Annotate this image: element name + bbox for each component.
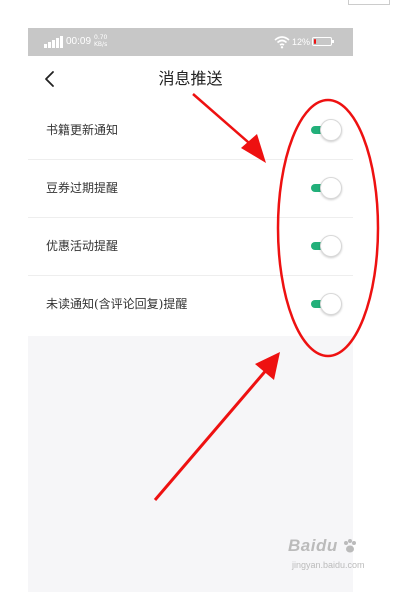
toggle-thumb	[320, 119, 342, 141]
setting-label: 书籍更新通知	[46, 123, 119, 137]
unread-notifications-toggle[interactable]	[311, 293, 342, 315]
toggle-thumb	[320, 177, 342, 199]
watermark-url: jingyan.baidu.com	[292, 560, 365, 570]
toggle-thumb	[320, 293, 342, 315]
setting-row-unread-notifications: 未读通知(含评论回复)提醒	[28, 276, 353, 336]
settings-list: 书籍更新通知 豆券过期提醒 优惠活动提醒 未读通知(含评论回复)提醒	[28, 102, 353, 336]
toggle-thumb	[320, 235, 342, 257]
setting-row-promotions: 优惠活动提醒	[28, 218, 353, 276]
paw-icon	[344, 539, 356, 553]
phone-screen: 00:09 0.70 KB/s 12% 消息推送 书籍更新通知 豆券过期提醒 优…	[28, 28, 353, 592]
coupon-expiry-toggle[interactable]	[311, 177, 342, 199]
watermark-brand: Baidu	[288, 536, 338, 555]
baidu-watermark: Baidu jingyan.baidu.com	[288, 536, 388, 580]
page-title: 消息推送	[158, 69, 223, 88]
battery-percent: 12%	[292, 37, 311, 47]
status-bar: 00:09 0.70 KB/s 12%	[28, 28, 353, 56]
setting-label: 未读通知(含评论回复)提醒	[46, 297, 188, 311]
promotions-toggle[interactable]	[311, 235, 342, 257]
book-updates-toggle[interactable]	[311, 119, 342, 141]
network-speed: 0.70 KB/s	[94, 34, 108, 48]
navigation-bar: 消息推送	[28, 56, 353, 102]
setting-row-coupon-expiry: 豆券过期提醒	[28, 160, 353, 218]
setting-row-book-updates: 书籍更新通知	[28, 102, 353, 160]
battery-icon	[312, 37, 334, 46]
setting-label: 优惠活动提醒	[46, 239, 119, 253]
signal-icon	[44, 36, 64, 48]
wifi-icon	[274, 36, 290, 49]
battery-fill	[314, 39, 316, 44]
status-time: 00:09	[66, 36, 92, 47]
page-edge-mark	[348, 0, 390, 5]
setting-label: 豆券过期提醒	[46, 181, 119, 195]
